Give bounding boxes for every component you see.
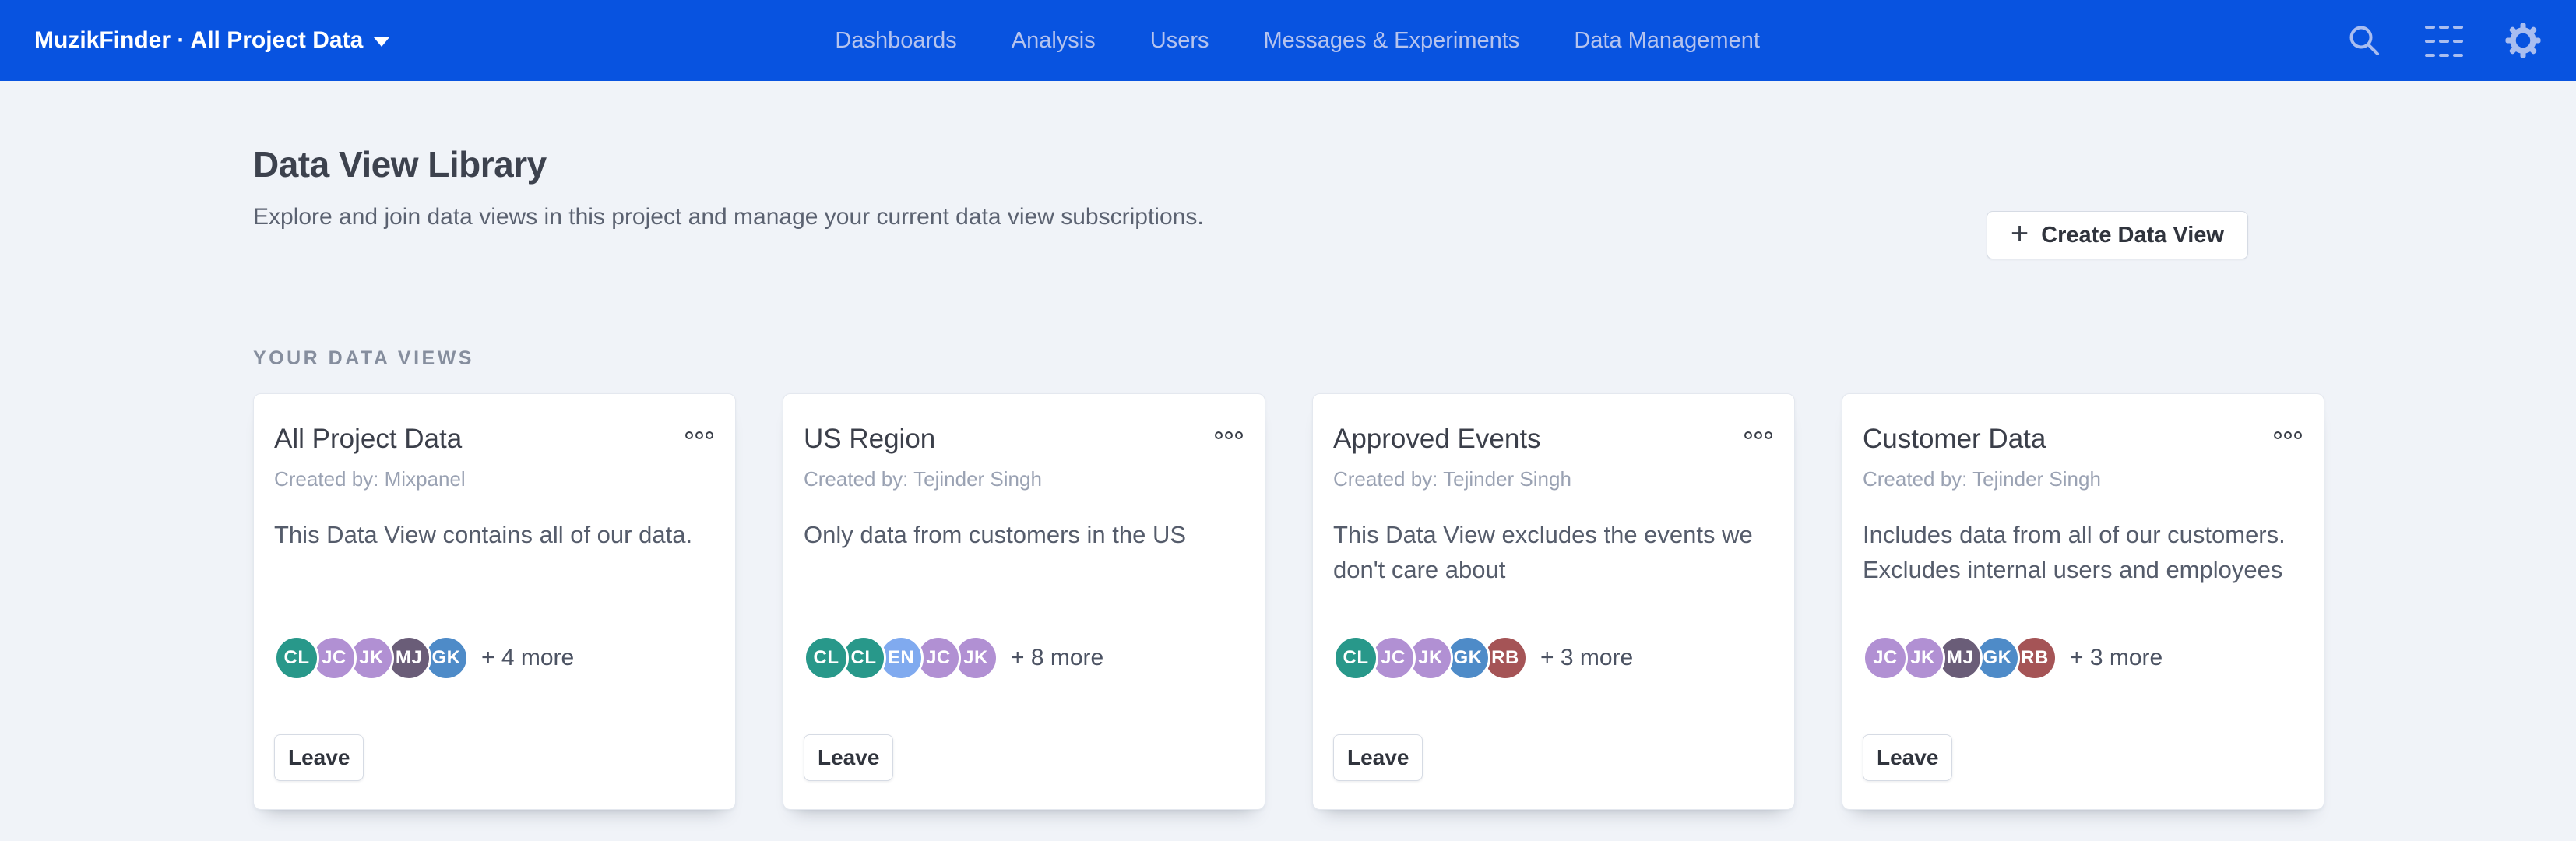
avatar: CL [804,635,849,681]
apps-grid-icon[interactable] [2425,22,2462,59]
card-created-by: Created by: Mixpanel [274,467,715,491]
card-description: This Data View excludes the events we do… [1333,518,1774,588]
card-title: Approved Events [1333,424,1541,455]
card-created-by: Created by: Tejinder Singh [1863,467,2303,491]
card-footer: Leave [254,706,735,809]
card-body: Approved Events Created by: Tejinder Sin… [1313,394,1794,706]
card-description: This Data View contains all of our data. [274,518,715,553]
card-body: US Region Created by: Tejinder Singh Onl… [783,394,1265,706]
brand-label: MuzikFinder · All Project Data [34,27,363,54]
leave-button[interactable]: Leave [1333,734,1423,781]
card-description: Includes data from all of our customers.… [1863,518,2303,588]
member-avatar-row: CL JC JK GK RB + 3 more [1333,635,1774,681]
nav-item-data-management[interactable]: Data Management [1574,28,1760,54]
card-menu-icon[interactable] [684,424,715,447]
leave-button[interactable]: Leave [274,734,364,781]
more-members-label[interactable]: + 4 more [481,645,574,671]
data-view-card-list: All Project Data Created by: Mixpanel Th… [253,393,2324,810]
card-created-by: Created by: Tejinder Singh [804,467,1244,491]
more-members-label[interactable]: + 8 more [1011,645,1103,671]
card-title: All Project Data [274,424,462,455]
main-content: Data View Library Explore and join data … [0,81,2576,810]
member-avatar-row: CL JC JK MJ GK + 4 more [274,635,715,681]
nav-icon-group [2345,22,2542,59]
data-view-card: All Project Data Created by: Mixpanel Th… [253,393,736,810]
more-members-label[interactable]: + 3 more [1540,645,1633,671]
card-footer: Leave [1313,706,1794,809]
card-description: Only data from customers in the US [804,518,1244,553]
member-avatar-row: JC JK MJ GK RB + 3 more [1863,635,2303,681]
page-title: Data View Library [253,81,2324,185]
nav-item-users[interactable]: Users [1150,28,1209,54]
leave-button[interactable]: Leave [1863,734,1952,781]
top-navbar: MuzikFinder · All Project Data Dashboard… [0,0,2576,81]
settings-gear-icon[interactable] [2504,22,2542,59]
card-menu-icon[interactable] [1213,424,1244,447]
nav-links: Dashboards Analysis Users Messages & Exp… [835,28,1900,54]
card-footer: Leave [1842,706,2324,809]
leave-button[interactable]: Leave [804,734,893,781]
card-title: US Region [804,424,935,455]
member-avatar-row: CL CL EN JC JK + 8 more [804,635,1244,681]
card-body: All Project Data Created by: Mixpanel Th… [254,394,735,706]
chevron-down-icon [374,37,389,47]
more-members-label[interactable]: + 3 more [2070,645,2163,671]
avatar: JC [1863,635,1908,681]
card-menu-icon[interactable] [1743,424,1774,447]
nav-item-dashboards[interactable]: Dashboards [835,28,956,54]
create-data-view-button[interactable]: + Create Data View [1987,211,2248,259]
create-data-view-label: Create Data View [2041,223,2224,248]
nav-item-messages-experiments[interactable]: Messages & Experiments [1264,28,1520,54]
data-view-card: Approved Events Created by: Tejinder Sin… [1312,393,1795,810]
section-label-your-data-views: YOUR DATA VIEWS [253,347,2324,370]
data-view-card: US Region Created by: Tejinder Singh Onl… [783,393,1265,810]
card-menu-icon[interactable] [2272,424,2303,447]
project-switcher[interactable]: MuzikFinder · All Project Data [34,27,389,54]
card-footer: Leave [783,706,1265,809]
avatar: CL [274,635,319,681]
card-body: Customer Data Created by: Tejinder Singh… [1842,394,2324,706]
card-created-by: Created by: Tejinder Singh [1333,467,1774,491]
avatar: CL [1333,635,1378,681]
search-icon[interactable] [2345,22,2383,59]
card-title: Customer Data [1863,424,2046,455]
plus-icon: + [2011,218,2029,249]
data-view-card: Customer Data Created by: Tejinder Singh… [1842,393,2324,810]
nav-item-analysis[interactable]: Analysis [1012,28,1096,54]
